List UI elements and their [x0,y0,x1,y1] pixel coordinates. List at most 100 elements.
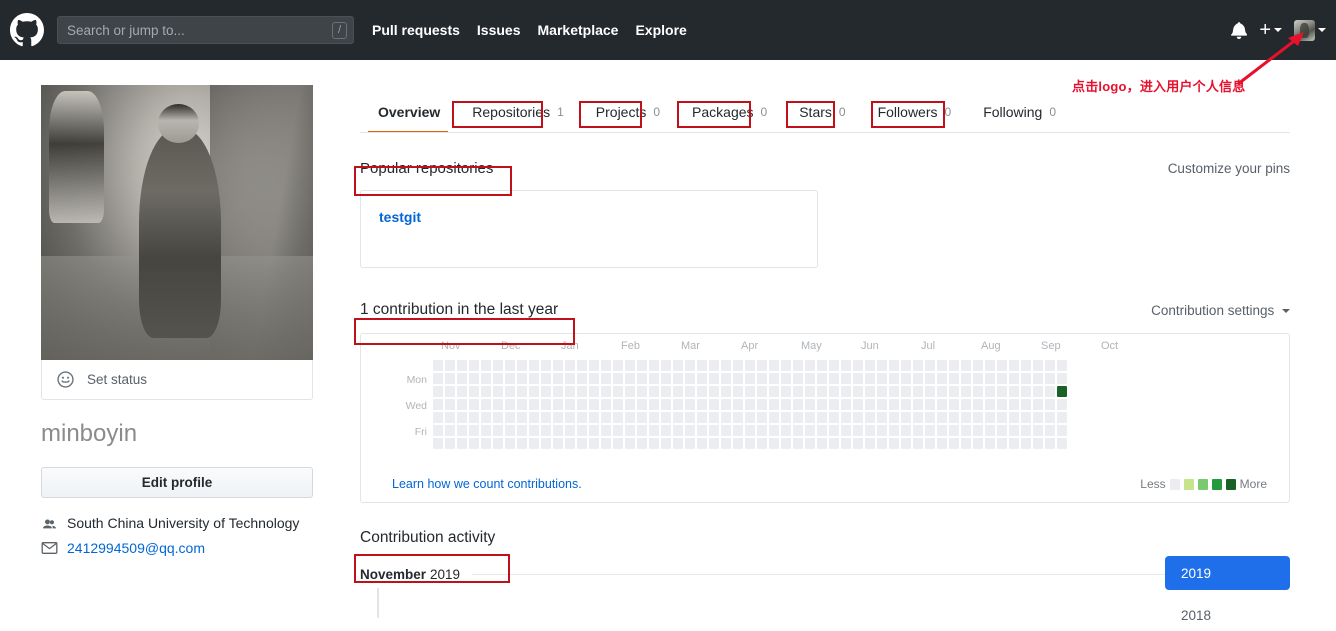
contribution-day-cell[interactable] [529,425,539,436]
contribution-day-cell[interactable] [793,438,803,449]
contribution-day-cell[interactable] [565,425,575,436]
contribution-day-cell[interactable] [997,399,1007,410]
contribution-day-cell[interactable] [829,360,839,371]
pinned-repo-card[interactable]: testgit [360,190,818,268]
contribution-day-cell[interactable] [733,386,743,397]
contribution-day-cell[interactable] [553,386,563,397]
contribution-day-cell[interactable] [721,360,731,371]
contribution-day-cell[interactable] [853,412,863,423]
contribution-day-cell[interactable] [709,373,719,384]
contribution-day-cell[interactable] [985,412,995,423]
contribution-day-cell[interactable] [553,438,563,449]
contribution-day-cell[interactable] [1009,412,1019,423]
contribution-day-cell[interactable] [493,386,503,397]
contribution-day-cell[interactable] [757,399,767,410]
contribution-day-cell[interactable] [841,425,851,436]
contribution-day-cell[interactable] [889,360,899,371]
contribution-day-cell[interactable] [721,386,731,397]
contribution-day-cell[interactable] [937,399,947,410]
contribution-day-cell[interactable] [673,438,683,449]
contribution-day-cell[interactable] [637,399,647,410]
contribution-day-cell[interactable] [481,399,491,410]
contribution-day-cell[interactable] [973,360,983,371]
contribution-day-cell[interactable] [829,438,839,449]
contribution-day-cell[interactable] [961,360,971,371]
contribution-day-cell[interactable] [781,360,791,371]
contribution-day-cell[interactable] [577,386,587,397]
contribution-day-cell[interactable] [517,412,527,423]
contribution-day-cell-active[interactable] [1057,386,1067,397]
contribution-day-cell[interactable] [445,373,455,384]
contribution-day-cell[interactable] [925,438,935,449]
contribution-day-cell[interactable] [805,425,815,436]
contribution-day-cell[interactable] [457,438,467,449]
contribution-day-cell[interactable] [649,386,659,397]
contribution-day-cell[interactable] [697,360,707,371]
contribution-day-cell[interactable] [601,425,611,436]
contribution-day-cell[interactable] [901,425,911,436]
contribution-day-cell[interactable] [589,438,599,449]
contribution-day-cell[interactable] [853,373,863,384]
contribution-day-cell[interactable] [565,412,575,423]
contribution-day-cell[interactable] [457,360,467,371]
contribution-day-cell[interactable] [541,386,551,397]
contribution-day-cell[interactable] [1009,360,1019,371]
contribution-day-cell[interactable] [493,399,503,410]
contribution-day-cell[interactable] [433,373,443,384]
contribution-day-cell[interactable] [661,425,671,436]
contribution-day-cell[interactable] [493,438,503,449]
contribution-day-cell[interactable] [913,373,923,384]
contribution-day-cell[interactable] [865,373,875,384]
contribution-day-cell[interactable] [505,438,515,449]
contribution-day-cell[interactable] [541,399,551,410]
contribution-day-cell[interactable] [697,386,707,397]
contribution-day-cell[interactable] [697,373,707,384]
contribution-day-cell[interactable] [1057,425,1067,436]
contribution-day-cell[interactable] [805,360,815,371]
contribution-day-cell[interactable] [721,425,731,436]
year-button-2018[interactable]: 2018 [1165,598,1290,631]
contribution-day-cell[interactable] [505,360,515,371]
contribution-day-cell[interactable] [757,386,767,397]
contribution-day-cell[interactable] [805,412,815,423]
contribution-day-cell[interactable] [733,425,743,436]
contribution-day-cell[interactable] [769,412,779,423]
contribution-day-cell[interactable] [841,386,851,397]
contribution-day-cell[interactable] [985,399,995,410]
contribution-day-cell[interactable] [649,412,659,423]
contribution-day-cell[interactable] [493,425,503,436]
contribution-day-cell[interactable] [937,373,947,384]
contribution-day-cell[interactable] [853,425,863,436]
contribution-day-cell[interactable] [601,386,611,397]
contribution-day-cell[interactable] [985,386,995,397]
contribution-day-cell[interactable] [577,438,587,449]
contribution-day-cell[interactable] [529,386,539,397]
contribution-day-cell[interactable] [781,373,791,384]
tab-overview[interactable]: Overview [360,104,456,133]
contribution-day-cell[interactable] [637,386,647,397]
contribution-day-cell[interactable] [913,412,923,423]
contribution-day-cell[interactable] [589,412,599,423]
contribution-day-cell[interactable] [829,386,839,397]
contribution-day-cell[interactable] [505,386,515,397]
contribution-day-cell[interactable] [1033,386,1043,397]
contribution-day-cell[interactable] [697,425,707,436]
contribution-day-cell[interactable] [1021,412,1031,423]
contribution-day-cell[interactable] [805,373,815,384]
contribution-day-cell[interactable] [517,373,527,384]
contribution-day-cell[interactable] [577,399,587,410]
contribution-day-cell[interactable] [841,412,851,423]
contribution-day-cell[interactable] [853,360,863,371]
contribution-day-cell[interactable] [625,373,635,384]
contribution-day-cell[interactable] [709,438,719,449]
contribution-day-cell[interactable] [853,438,863,449]
contribution-day-cell[interactable] [613,360,623,371]
contribution-day-cell[interactable] [613,386,623,397]
contribution-day-cell[interactable] [1045,360,1055,371]
contribution-day-cell[interactable] [481,373,491,384]
contribution-day-cell[interactable] [493,360,503,371]
contribution-day-cell[interactable] [433,412,443,423]
contribution-day-cell[interactable] [685,438,695,449]
contribution-day-cell[interactable] [961,412,971,423]
contribution-day-cell[interactable] [709,386,719,397]
